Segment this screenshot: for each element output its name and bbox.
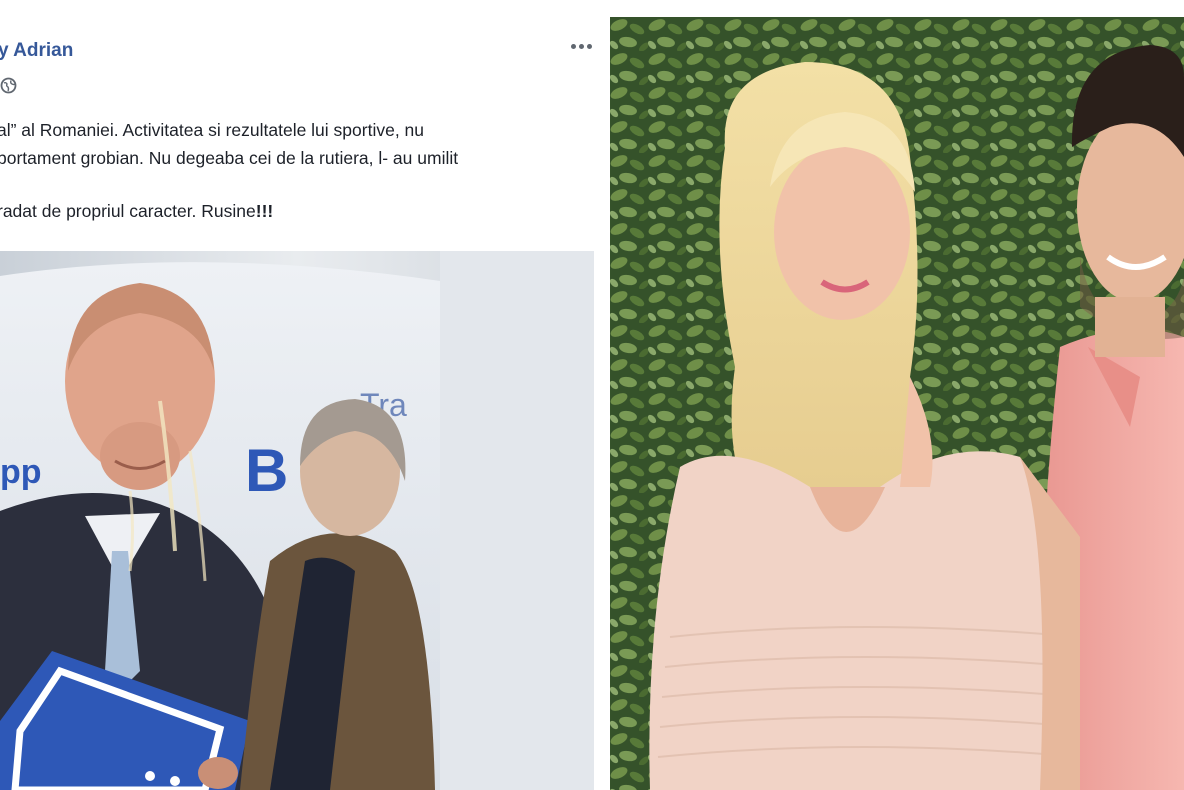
post-line: radat de propriul caracter. Rusine!!! <box>0 197 596 225</box>
post-line: al” al Romaniei. Activitatea si rezultat… <box>0 120 425 140</box>
more-options-icon[interactable] <box>566 36 596 56</box>
post-photo[interactable]: pp B Tra <box>0 251 594 790</box>
post-line: portament grobian. Nu degeaba cei de la … <box>0 148 459 168</box>
facebook-post: y Adrian al” al Romaniei. Activitatea si… <box>0 0 596 790</box>
post-line-text: radat de propriul caracter. Rusine <box>0 201 256 221</box>
banner-text-left: pp <box>0 453 42 491</box>
post-emphasis: !!! <box>255 201 274 221</box>
post-line <box>0 172 596 197</box>
couple-photo[interactable] <box>610 17 1184 790</box>
panel-divider <box>596 0 610 790</box>
post-body: al” al Romaniei. Activitatea si rezultat… <box>0 116 596 225</box>
globe-icon[interactable] <box>0 77 17 94</box>
banner-text-center: B <box>245 437 288 504</box>
post-author-name[interactable]: y Adrian <box>0 40 73 62</box>
